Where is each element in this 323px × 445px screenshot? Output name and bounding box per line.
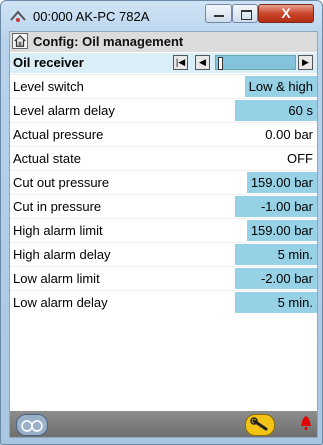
setting-value[interactable]: Low & high (244, 76, 317, 97)
readout-value: OFF (287, 151, 313, 166)
app-icon (10, 10, 26, 22)
setting-label: Level switch (13, 79, 84, 94)
setting-value[interactable]: 159.00 bar (246, 220, 317, 241)
setting-value[interactable]: 159.00 bar (246, 172, 317, 193)
title-bar[interactable]: 00:000 AK-PC 782A X (1, 1, 322, 31)
setting-label: Cut out pressure (13, 175, 110, 190)
readout-value: 0.00 bar (265, 127, 313, 142)
setting-value[interactable]: -1.00 bar (235, 196, 317, 217)
page-header: Config: Oil management (10, 32, 317, 52)
home-icon[interactable] (12, 33, 28, 49)
setting-label: High alarm limit (13, 223, 103, 238)
prev-button[interactable]: ◀ (195, 55, 210, 70)
setting-value[interactable]: 60 s (235, 100, 317, 121)
setting-row[interactable]: Low alarm limit -2.00 bar (10, 266, 317, 291)
minimize-button[interactable] (205, 4, 232, 23)
setting-label: Low alarm limit (13, 271, 100, 286)
setting-value[interactable]: 5 min. (235, 292, 317, 313)
maximize-button[interactable] (232, 4, 258, 23)
app-window: 00:000 AK-PC 782A X Config: Oil manageme… (0, 0, 323, 445)
first-button[interactable]: |◀ (173, 55, 188, 70)
setting-label: Low alarm delay (13, 295, 108, 310)
nav-label: Oil receiver (13, 55, 84, 70)
setting-label: Actual state (13, 151, 81, 166)
scroll-track[interactable] (215, 55, 296, 70)
setting-label: Actual pressure (13, 127, 104, 142)
nav-row: Oil receiver |◀ ◀ ▶ (10, 53, 317, 73)
bell-icon[interactable] (300, 415, 312, 431)
readout-row: Actual state OFF (10, 146, 317, 171)
setting-row[interactable]: High alarm delay 5 min. (10, 242, 317, 267)
scroll-thumb[interactable] (218, 57, 223, 70)
glasses-icon (21, 420, 43, 432)
setting-value[interactable]: -2.00 bar (235, 268, 317, 289)
close-button[interactable]: X (258, 4, 314, 23)
minimize-icon (214, 15, 224, 17)
maximize-icon (241, 10, 252, 20)
setting-row[interactable]: High alarm limit 159.00 bar (10, 218, 317, 243)
wrench-icon (250, 417, 268, 431)
setting-row[interactable]: Cut in pressure -1.00 bar (10, 194, 317, 219)
setting-row[interactable]: Cut out pressure 159.00 bar (10, 170, 317, 195)
window-title: 00:000 AK-PC 782A (33, 9, 150, 24)
setting-row[interactable]: Low alarm delay 5 min. (10, 290, 317, 315)
content-area: Config: Oil management Oil receiver |◀ ◀… (9, 31, 318, 438)
setting-label: High alarm delay (13, 247, 111, 262)
footer-bar (10, 411, 317, 437)
next-button[interactable]: ▶ (298, 55, 313, 70)
page-title: Config: Oil management (33, 34, 184, 49)
service-button[interactable] (245, 414, 275, 436)
view-button[interactable] (16, 414, 48, 436)
setting-row[interactable]: Level switch Low & high (10, 74, 317, 99)
setting-row[interactable]: Level alarm delay 60 s (10, 98, 317, 123)
setting-value[interactable]: 5 min. (235, 244, 317, 265)
setting-label: Cut in pressure (13, 199, 102, 214)
next-icon: ▶ (302, 57, 309, 67)
readout-row: Actual pressure 0.00 bar (10, 122, 317, 147)
close-icon: X (281, 5, 291, 21)
setting-label: Level alarm delay (13, 103, 115, 118)
prev-icon: ◀ (199, 57, 206, 67)
first-icon: |◀ (175, 57, 186, 67)
